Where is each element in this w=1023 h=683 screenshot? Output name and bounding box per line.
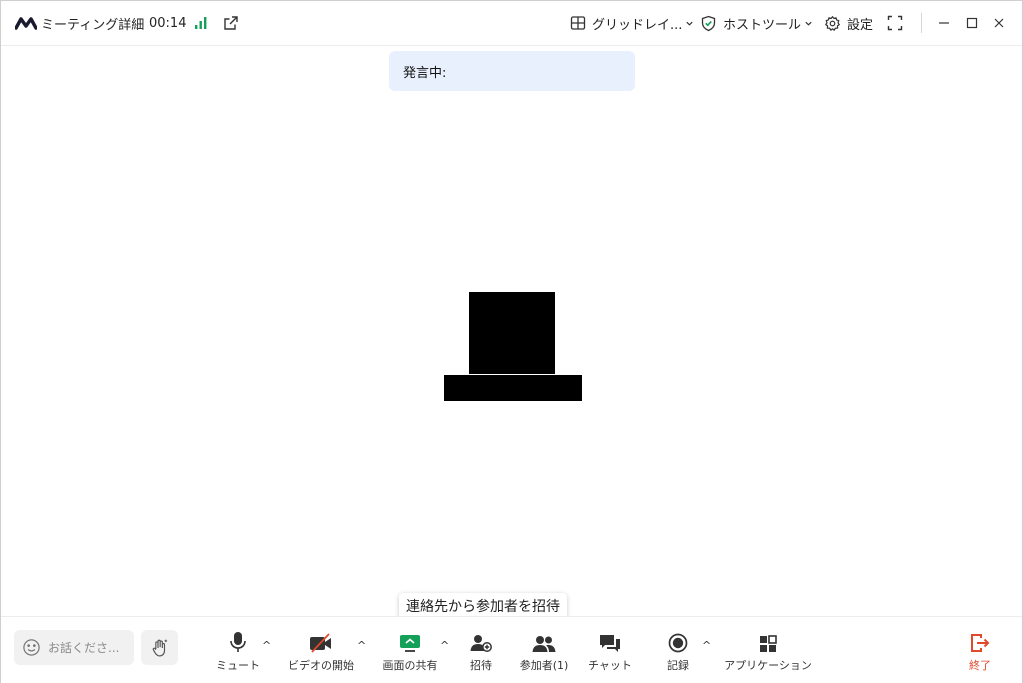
invite-label: 招待: [470, 659, 492, 672]
end-label: 終了: [969, 659, 991, 672]
app-logo-icon: [15, 17, 37, 30]
record-icon: [668, 633, 688, 653]
end-meeting-button[interactable]: 終了: [963, 627, 997, 675]
layout-dropdown[interactable]: グリッドレイ...: [570, 1, 694, 45]
meeting-details-label: ミーティング詳細: [41, 17, 145, 33]
minimize-icon[interactable]: [930, 9, 958, 37]
tooltip-text: 連絡先から参加者を招待: [406, 599, 560, 615]
speaking-label: 発言中:: [403, 65, 447, 81]
participants-button[interactable]: 参加者(1): [516, 627, 572, 675]
meeting-details-button[interactable]: ミーティング詳細: [41, 1, 144, 45]
chat-label: チャット: [588, 659, 632, 672]
participant-avatar: [469, 292, 555, 374]
shield-check-icon: [701, 15, 716, 31]
share-screen-label: 画面の共有: [382, 659, 438, 672]
mute-button[interactable]: ミュート: [214, 627, 262, 675]
share-screen-icon: [400, 635, 420, 652]
signal-strength-icon[interactable]: [194, 1, 208, 45]
record-options-caret[interactable]: ^: [702, 639, 711, 652]
add-user-icon: [470, 635, 492, 652]
record-label: 記録: [667, 659, 689, 672]
apps-icon: [760, 635, 777, 652]
apps-button[interactable]: アプリケーション: [722, 627, 814, 675]
microphone-icon: [230, 632, 246, 652]
raise-hand-button[interactable]: [141, 630, 178, 665]
host-tools-label: ホストツール: [723, 17, 802, 33]
app-logo: [15, 1, 37, 45]
invite-button[interactable]: 招待: [463, 627, 499, 675]
participants-icon: [532, 636, 556, 652]
share-options-caret[interactable]: ^: [440, 639, 449, 652]
emoji-icon: [23, 639, 40, 656]
meeting-window: ミーティング詳細 00:14 グリッドレイ... ホストツール 設定 発言中: …: [0, 0, 1023, 683]
settings-label: 設定: [847, 17, 874, 33]
host-tools-dropdown[interactable]: ホストツール: [700, 1, 813, 45]
raise-hand-icon: [152, 639, 167, 656]
video-options-caret[interactable]: ^: [357, 639, 366, 652]
maximize-icon[interactable]: [958, 9, 986, 37]
settings-button[interactable]: 設定: [824, 1, 873, 45]
close-icon[interactable]: [985, 9, 1013, 37]
mute-label: ミュート: [216, 659, 260, 672]
start-video-label: ビデオの開始: [288, 659, 354, 672]
title-bar: ミーティング詳細 00:14 グリッドレイ... ホストツール 設定: [1, 1, 1022, 46]
gear-icon: [824, 15, 841, 31]
layout-label: グリッドレイ...: [592, 17, 683, 33]
speaking-banner: 発言中:: [389, 51, 635, 91]
chat-icon: [600, 635, 620, 652]
record-button[interactable]: 記録: [661, 627, 695, 675]
external-link-icon[interactable]: [223, 1, 239, 45]
share-screen-button[interactable]: 画面の共有: [379, 627, 441, 675]
title-divider: [921, 13, 922, 33]
quick-chat-input[interactable]: お話くださ...: [14, 630, 134, 665]
exit-icon: [971, 634, 990, 652]
participants-label: 参加者(1): [519, 659, 569, 672]
fullscreen-icon[interactable]: [887, 1, 903, 45]
apps-label: アプリケーション: [724, 659, 812, 672]
meeting-toolbar: お話くださ... ミュート ^ ビデオの開始 ^ 画面の共有 ^ 招待 参加者(…: [1, 616, 1022, 683]
chevron-down-icon: [686, 21, 694, 26]
chevron-down-icon: [805, 21, 812, 26]
chat-placeholder: お話くださ...: [48, 641, 120, 655]
chat-button[interactable]: チャット: [585, 627, 635, 675]
start-video-button[interactable]: ビデオの開始: [286, 627, 356, 675]
mute-options-caret[interactable]: ^: [262, 639, 271, 652]
grid-icon: [570, 16, 586, 30]
video-off-icon: [310, 633, 331, 653]
participant-name-redacted: [444, 375, 582, 401]
meeting-timer: 00:14: [149, 15, 187, 31]
